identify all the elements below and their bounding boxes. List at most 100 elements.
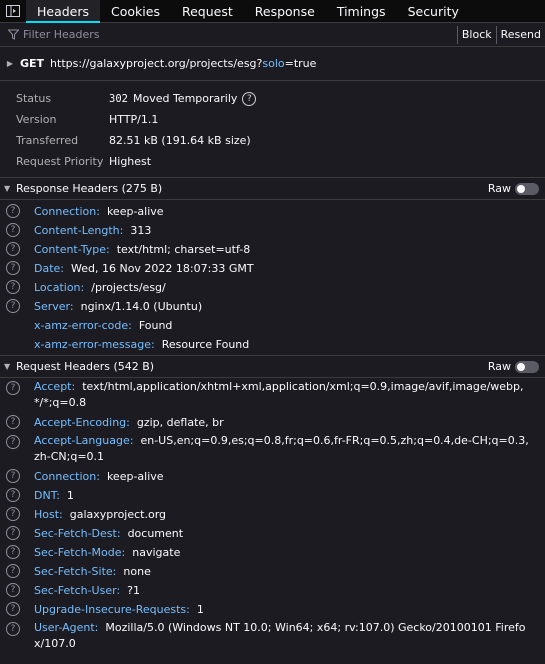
header-content: Connection: keep-alive: [34, 467, 164, 486]
header-row[interactable]: ? Date: Wed, 16 Nov 2022 18:07:33 GMT: [0, 259, 545, 278]
header-row[interactable]: ? Sec-Fetch-Mode: navigate: [0, 543, 545, 562]
status-text: Moved Temporarily: [132, 92, 238, 105]
help-icon[interactable]: ?: [6, 415, 20, 429]
raw-toggle[interactable]: [515, 360, 539, 373]
help-icon[interactable]: ?: [6, 299, 20, 313]
resend-button[interactable]: Resend: [495, 25, 545, 44]
status-row: Status 302 Moved Temporarily ?: [16, 88, 545, 109]
help-icon[interactable]: ?: [6, 242, 20, 256]
header-value: navigate: [132, 546, 181, 559]
help-icon[interactable]: ?: [6, 280, 20, 294]
help-icon[interactable]: ?: [6, 526, 20, 540]
header-name: x-amz-error-message:: [34, 338, 155, 351]
tab-cookies[interactable]: Cookies: [100, 0, 171, 22]
response-headers-list: ? Connection: keep-alive? Content-Length: …: [0, 200, 545, 356]
header-value: 313: [130, 224, 152, 237]
response-headers-title: Response Headers (275 B): [16, 182, 163, 195]
help-icon[interactable]: ?: [6, 622, 20, 636]
header-row[interactable]: ? User-Agent: Mozilla/5.0 (Windows NT 10.…: [0, 619, 545, 654]
header-name: Connection:: [34, 205, 100, 218]
header-name: Host:: [34, 508, 63, 521]
help-icon[interactable]: ?: [6, 507, 20, 521]
tab-request[interactable]: Request: [171, 0, 244, 22]
header-content: Content-Type: text/html; charset=utf-8: [34, 240, 250, 259]
request-url-row[interactable]: ▶ GET https://galaxyproject.org/projects…: [0, 47, 545, 81]
filter-icon: [4, 29, 22, 40]
header-name: Upgrade-Insecure-Requests:: [34, 603, 190, 616]
header-row[interactable]: ? Sec-Fetch-User: ?1: [0, 581, 545, 600]
help-icon[interactable]: ?: [242, 91, 257, 106]
header-row[interactable]: ? Host: galaxyproject.org: [0, 505, 545, 524]
header-value: nginx/1.14.0 (Ubuntu): [80, 300, 203, 313]
raw-toggle[interactable]: [515, 182, 539, 195]
header-row[interactable]: ? Content-Length: 313: [0, 221, 545, 240]
header-value: 1: [66, 489, 74, 502]
request-headers-section-header[interactable]: ▼ Request Headers (542 B) Raw: [0, 356, 545, 378]
header-value: keep-alive: [106, 205, 164, 218]
tab-security[interactable]: Security: [397, 0, 470, 22]
header-content: x-amz-error-message: Resource Found: [34, 335, 249, 354]
header-row[interactable]: ? Accept-Language: en-US,en;q=0.9,es;q=0.…: [0, 432, 545, 467]
header-row[interactable]: ? Accept-Encoding: gzip, deflate, br: [0, 413, 545, 432]
header-row[interactable]: ? Content-Type: text/html; charset=utf-8: [0, 240, 545, 259]
header-name: Server:: [34, 300, 74, 313]
header-value: document: [127, 527, 184, 540]
collapse-triangle-icon[interactable]: ▼: [4, 184, 14, 193]
help-icon[interactable]: ?: [6, 381, 20, 395]
help-icon[interactable]: ?: [6, 204, 20, 218]
header-name: Sec-Fetch-User:: [34, 584, 121, 597]
header-row[interactable]: ? Connection: keep-alive: [0, 467, 545, 486]
header-row[interactable]: ? Location: /projects/esg/: [0, 278, 545, 297]
header-value: none: [123, 565, 151, 578]
version-row: Version HTTP/1.1: [16, 109, 545, 130]
filter-headers-input[interactable]: [22, 28, 457, 41]
help-icon[interactable]: ?: [6, 261, 20, 275]
tab-headers[interactable]: Headers: [26, 0, 101, 23]
version-value: HTTP/1.1: [109, 113, 159, 126]
header-value: Wed, 16 Nov 2022 18:07:33 GMT: [71, 262, 254, 275]
raw-label: Raw: [487, 360, 511, 373]
priority-value: Highest: [109, 155, 152, 168]
header-name: Sec-Fetch-Mode:: [34, 546, 126, 559]
header-row[interactable]: x-amz-error-code: Found: [0, 316, 545, 335]
header-name: Accept-Encoding:: [34, 416, 130, 429]
help-icon[interactable]: ?: [6, 602, 20, 616]
header-row[interactable]: ? Sec-Fetch-Dest: document: [0, 524, 545, 543]
header-content: x-amz-error-code: Found: [34, 316, 172, 335]
tab-response[interactable]: Response: [244, 0, 326, 22]
help-icon[interactable]: ?: [6, 583, 20, 597]
header-row[interactable]: ? Sec-Fetch-Site: none: [0, 562, 545, 581]
help-icon[interactable]: ?: [6, 469, 20, 483]
header-content: Sec-Fetch-Site: none: [34, 562, 151, 581]
header-content: Accept-Encoding: gzip, deflate, br: [34, 413, 224, 432]
header-row[interactable]: ? Upgrade-Insecure-Requests: 1: [0, 600, 545, 619]
response-headers-section-header[interactable]: ▼ Response Headers (275 B) Raw: [0, 178, 545, 200]
status-value: 302 Moved Temporarily: [109, 92, 237, 105]
tab-bar: Headers Cookies Request Response Timings…: [0, 0, 545, 23]
tab-timings[interactable]: Timings: [326, 0, 397, 22]
header-name: Content-Type:: [34, 243, 110, 256]
header-row[interactable]: ? Server: nginx/1.14.0 (Ubuntu): [0, 297, 545, 316]
header-row[interactable]: ? Accept: text/html,application/xhtml+xml…: [0, 378, 545, 413]
header-name: Connection:: [34, 470, 100, 483]
header-content: Connection: keep-alive: [34, 202, 164, 221]
header-row[interactable]: x-amz-error-message: Resource Found: [0, 335, 545, 354]
header-name: Location:: [34, 281, 85, 294]
help-icon[interactable]: ?: [6, 545, 20, 559]
collapse-triangle-icon[interactable]: ▼: [4, 362, 14, 371]
help-icon[interactable]: ?: [6, 223, 20, 237]
header-value: /projects/esg/: [91, 281, 166, 294]
help-icon[interactable]: ?: [6, 435, 20, 449]
header-value: keep-alive: [106, 470, 164, 483]
block-button[interactable]: Block: [456, 25, 496, 44]
header-content: Content-Length: 313: [34, 221, 151, 240]
help-icon[interactable]: ?: [6, 564, 20, 578]
priority-label: Request Priority: [16, 155, 104, 168]
expand-triangle-icon[interactable]: ▶: [5, 59, 15, 68]
dock-side-icon[interactable]: [0, 0, 26, 22]
help-icon[interactable]: ?: [6, 488, 20, 502]
header-row[interactable]: ? DNT: 1: [0, 486, 545, 505]
header-value: galaxyproject.org: [69, 508, 167, 521]
url-param-key: solo: [262, 57, 285, 70]
header-row[interactable]: ? Connection: keep-alive: [0, 202, 545, 221]
